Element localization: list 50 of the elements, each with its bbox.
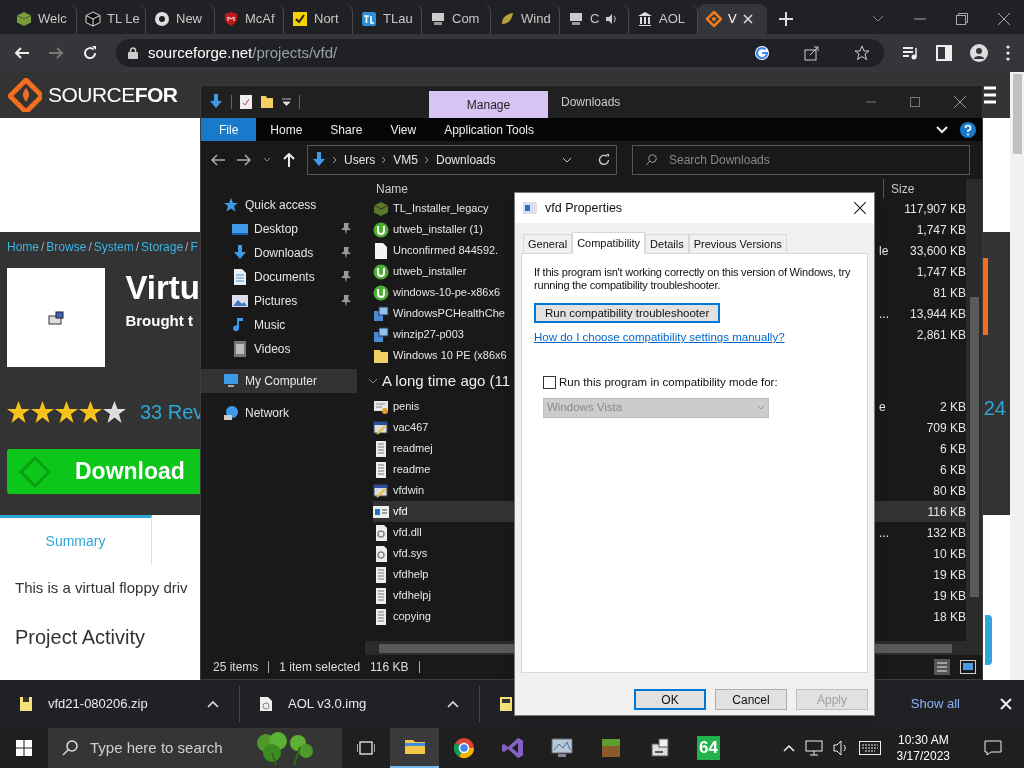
file-type: le — [879, 243, 889, 258]
file-size: 10 KB — [933, 546, 966, 561]
file-size: 80 KB — [933, 483, 966, 498]
tab-title: TL Le — [107, 10, 140, 29]
tab-title: McAf — [245, 10, 275, 29]
url-path: /projects/vfd/ — [252, 43, 338, 61]
tab-title: V — [728, 10, 737, 29]
file-size: 117,907 KB — [904, 201, 966, 216]
file-type: e — [879, 399, 886, 414]
section-heading: Project Activity — [14, 624, 147, 650]
file-size: 132 KB — [926, 525, 966, 540]
file-size: 81 KB — [933, 285, 966, 300]
status-selection: 1 item selected — [279, 659, 361, 676]
file-size: 13,944 KB — [909, 306, 966, 321]
window-title: Downloads — [561, 94, 621, 111]
file-size: 6 KB — [940, 441, 966, 456]
file-size: 116 KB — [927, 504, 966, 519]
breadcrumb-separator: / — [41, 239, 45, 256]
file-size: 2,861 KB — [916, 327, 966, 342]
tab-title: TLau — [383, 10, 413, 29]
tab-title: C — [590, 10, 600, 29]
project-title: Virtu — [125, 268, 200, 308]
file-size: 2 KB — [940, 399, 966, 414]
tab-title: Nort — [314, 10, 339, 29]
file-size: 1,747 KB — [916, 264, 966, 279]
tab-title: AOL — [659, 10, 685, 29]
file-size: 19 KB — [933, 588, 966, 603]
breadcrumb-separator: / — [135, 239, 140, 256]
dialog-title: vfd Properties — [545, 199, 623, 217]
side-number: 24 — [983, 396, 1006, 421]
project-byline: Brought t — [125, 311, 194, 331]
tab-title: Wind — [521, 10, 551, 29]
file-size: 18 KB — [933, 609, 966, 624]
url-host: sourceforge.net — [148, 43, 253, 61]
tab-title: New — [176, 10, 202, 29]
file-type: ... — [879, 306, 889, 321]
file-size: 6 KB — [940, 462, 966, 477]
intro-text: If this program isn't working correctly on this version of Windows, try running the compatibility troubleshooter. — [534, 266, 852, 292]
project-description: This is a virtual floppy driv — [14, 578, 189, 598]
file-size: 709 KB — [926, 420, 966, 435]
breadcrumb-separator: / — [185, 239, 189, 256]
breadcrumb-separator: / — [88, 239, 92, 256]
file-size: 1,747 KB — [916, 222, 966, 237]
status-selection-size: 116 KB — [370, 659, 409, 676]
tab-title: Com — [452, 10, 480, 29]
tab-title: Welc — [38, 10, 67, 29]
file-size: 33,600 KB — [909, 243, 966, 258]
file-size: 19 KB — [933, 567, 966, 582]
status-item-count: 25 items — [213, 659, 259, 676]
file-type: ... — [879, 525, 889, 540]
